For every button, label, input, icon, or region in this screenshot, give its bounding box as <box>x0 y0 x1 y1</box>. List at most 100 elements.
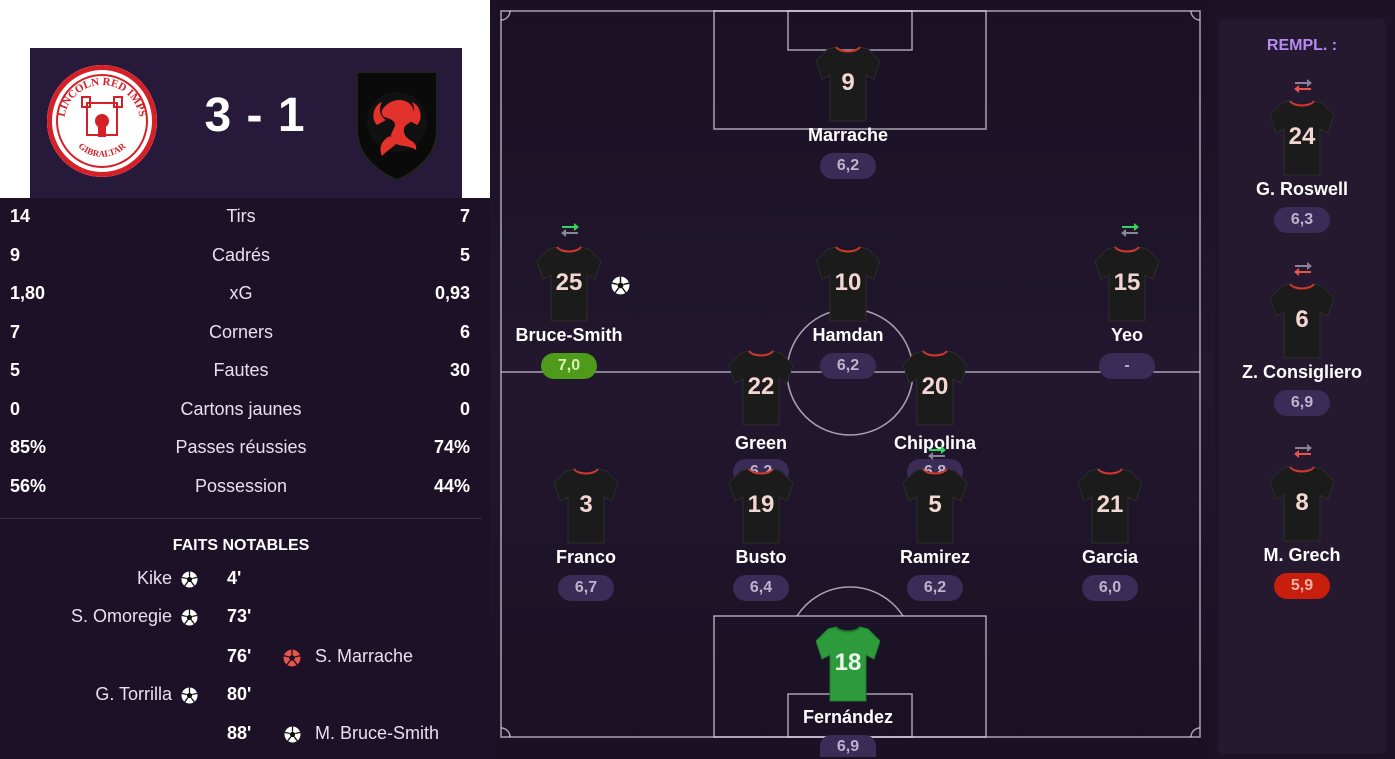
svg-text:GIBRALTAR: GIBRALTAR <box>77 141 128 159</box>
goal-ball-icon <box>181 687 198 704</box>
stat-row-shots: 14 Tirs 7 <box>0 198 482 236</box>
goal-ball-icon <box>181 571 198 588</box>
player-name: Z. Consigliero <box>1241 362 1362 382</box>
player-name: Busto <box>735 547 787 567</box>
event-row: S. Omoregie 73' <box>0 606 482 636</box>
stat-away-value: 5 <box>459 245 470 265</box>
jersey-number: 21 <box>1097 491 1124 518</box>
stat-away-value: 6 <box>459 322 470 342</box>
home-crest-emblem: LINCOLN RED IMPS GIBRALTAR <box>56 76 149 159</box>
goal-ball-icon <box>611 276 630 295</box>
stat-row-possession: 56% Possession 44% <box>0 468 482 506</box>
match-score: 3 - 1 <box>204 89 306 142</box>
away-team-crest <box>356 71 438 182</box>
divider <box>0 518 482 519</box>
jersey-icon: 20 <box>903 350 967 426</box>
jersey-number: 3 <box>579 491 592 518</box>
jersey-icon: 9 <box>816 46 880 122</box>
sub-player-card[interactable]: 24 G. Roswell 6,3 <box>1237 99 1367 269</box>
stat-row-fouls: 5 Fautes 30 <box>0 352 482 390</box>
jersey-number: 10 <box>835 269 862 296</box>
stat-away-value: 74% <box>433 437 470 457</box>
player-rating: 6,9 <box>1274 390 1330 416</box>
player-card[interactable]: 9 Marrache 6,2 <box>783 45 913 215</box>
jersey-icon: 25 <box>537 246 601 322</box>
stat-label: Passes réussies <box>175 437 307 457</box>
substitution-in-icon <box>561 223 579 237</box>
event-player: G. Torrilla <box>95 684 172 704</box>
player-name: Franco <box>555 547 616 567</box>
jersey-number: 19 <box>748 491 775 518</box>
stat-row-yellow-cards: 0 Cartons jaunes 0 <box>0 391 482 429</box>
event-row: 76' S. Marrache <box>0 646 482 676</box>
player-card[interactable]: 15 Yeo - <box>1062 245 1192 415</box>
goal-ball-icon <box>181 609 198 626</box>
jersey-number: 24 <box>1289 123 1316 150</box>
player-card[interactable]: 3 Franco 6,7 <box>521 467 651 637</box>
crest-text-bottom: GIBRALTAR <box>77 141 128 159</box>
player-rating: 6,3 <box>1274 207 1330 233</box>
event-player: Kike <box>136 568 172 588</box>
player-rating: 6,2 <box>820 153 876 179</box>
jersey-icon: 5 <box>903 468 967 544</box>
jersey-icon: 19 <box>729 468 793 544</box>
jersey-icon: 6 <box>1270 283 1334 359</box>
player-rating: 5,9 <box>1274 573 1330 599</box>
player-name: Marrache <box>807 125 889 145</box>
substitution-in-icon <box>928 446 946 460</box>
player-name: Green <box>734 433 788 453</box>
substitutes-title: REMPL. : <box>1266 37 1338 54</box>
jersey-icon: 22 <box>729 350 793 426</box>
jersey-icon: 10 <box>816 246 880 322</box>
player-card[interactable]: 21 Garcia 6,0 <box>1045 467 1175 637</box>
stat-label: Fautes <box>213 360 269 380</box>
stat-away-value: 0 <box>459 399 470 419</box>
player-rating: 6,2 <box>907 575 963 601</box>
event-minute: 4' <box>227 568 242 588</box>
scoreboard: LINCOLN RED IMPS GIBRALTAR 3 - 1 <box>30 48 462 198</box>
player-rating: 6,0 <box>1082 575 1138 601</box>
stat-away-value: 7 <box>459 206 470 226</box>
stat-row-corners: 7 Corners 6 <box>0 314 482 352</box>
jersey-icon: 24 <box>1270 100 1334 176</box>
jersey-number: 18 <box>835 649 862 676</box>
player-card[interactable]: 25 Bruce-Smith 7,0 <box>504 245 634 415</box>
jersey-number: 9 <box>841 69 854 96</box>
jersey-number: 15 <box>1114 269 1141 296</box>
stat-row-on-target: 9 Cadrés 5 <box>0 237 482 275</box>
svg-text:LINCOLN RED IMPS: LINCOLN RED IMPS <box>56 76 149 118</box>
player-name: M. Grech <box>1263 545 1341 565</box>
stat-label: Tirs <box>226 206 256 226</box>
stat-label: Cadrés <box>211 245 271 265</box>
stat-label: Cartons jaunes <box>180 399 302 419</box>
player-name: Fernández <box>802 707 894 727</box>
substitution-out-icon <box>1294 262 1312 276</box>
stat-away-value: 0,93 <box>434 283 470 303</box>
jersey-number: 8 <box>1295 489 1308 516</box>
jersey-number: 20 <box>922 373 949 400</box>
player-rating: - <box>1099 353 1155 379</box>
stat-label: xG <box>229 283 253 303</box>
own-goal-ball-icon <box>283 649 301 667</box>
event-player: M. Bruce-Smith <box>315 723 440 743</box>
stat-row-pass-accuracy: 85% Passes réussies 74% <box>0 429 482 467</box>
jersey-number: 25 <box>556 269 583 296</box>
event-player: S. Marrache <box>315 646 414 666</box>
substitution-in-icon <box>1121 223 1139 237</box>
player-name: Yeo <box>1110 325 1144 345</box>
jersey-icon: 3 <box>554 468 618 544</box>
player-card[interactable]: 19 Busto 6,4 <box>696 467 826 637</box>
sub-player-card[interactable]: 6 Z. Consigliero 6,9 <box>1237 282 1367 452</box>
event-row: G. Torrilla 80' <box>0 684 482 714</box>
jersey-number: 6 <box>1295 306 1308 333</box>
player-name: Ramirez <box>899 547 971 567</box>
event-player: S. Omoregie <box>70 606 172 626</box>
jersey-icon: 21 <box>1078 468 1142 544</box>
player-rating: 6,2 <box>820 353 876 379</box>
event-minute: 76' <box>227 646 252 666</box>
player-name: G. Roswell <box>1255 179 1349 199</box>
player-card[interactable]: 5 Ramirez 6,2 <box>870 467 1000 637</box>
sub-player-card[interactable]: 8 M. Grech 5,9 <box>1237 465 1367 635</box>
player-card-goalkeeper[interactable]: 18 Fernández 6,9 <box>783 625 913 759</box>
goal-ball-icon <box>284 726 301 743</box>
